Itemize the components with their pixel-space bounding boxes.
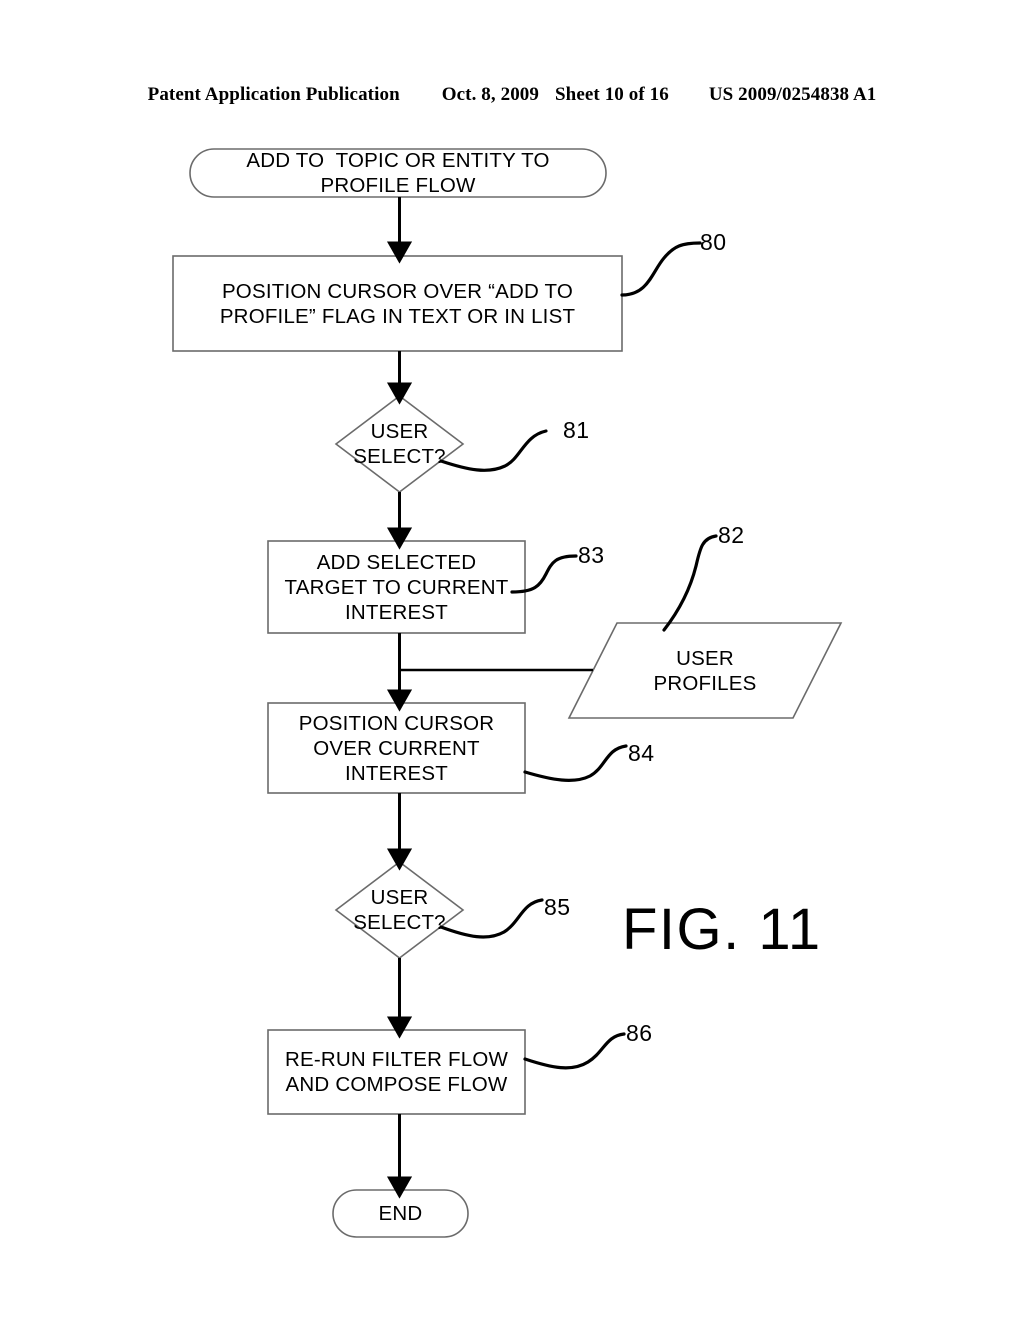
process-box-80-shape <box>172 255 623 352</box>
reference-number-84: 84 <box>628 740 655 766</box>
decision-85-shape <box>334 860 465 960</box>
leader-line-86 <box>523 1032 626 1070</box>
flowchart-figure: ADD TO TOPIC OR ENTITY TO PROFILE FLOW P… <box>0 0 1024 1320</box>
flowchart-svg <box>172 148 843 1238</box>
start-terminator-shape <box>189 148 607 198</box>
reference-number-81: 81 <box>563 417 590 443</box>
figure-label: FIG. 11 <box>622 897 822 962</box>
reference-number-83: 83 <box>578 542 605 568</box>
leader-line-84 <box>523 744 628 782</box>
leader-line-80 <box>620 241 702 297</box>
process-box-86-shape <box>267 1029 526 1115</box>
process-box-84-shape <box>267 702 526 794</box>
reference-number-80: 80 <box>700 229 727 255</box>
reference-number-82: 82 <box>718 522 745 548</box>
leader-line-81 <box>439 429 548 472</box>
leader-line-82 <box>662 534 718 632</box>
process-box-83-shape <box>267 540 526 634</box>
decision-81-shape <box>334 394 465 494</box>
reference-number-86: 86 <box>626 1020 653 1046</box>
reference-number-85: 85 <box>544 894 571 920</box>
end-terminator-shape <box>332 1189 469 1238</box>
data-parallelogram-82-shape <box>567 622 843 719</box>
